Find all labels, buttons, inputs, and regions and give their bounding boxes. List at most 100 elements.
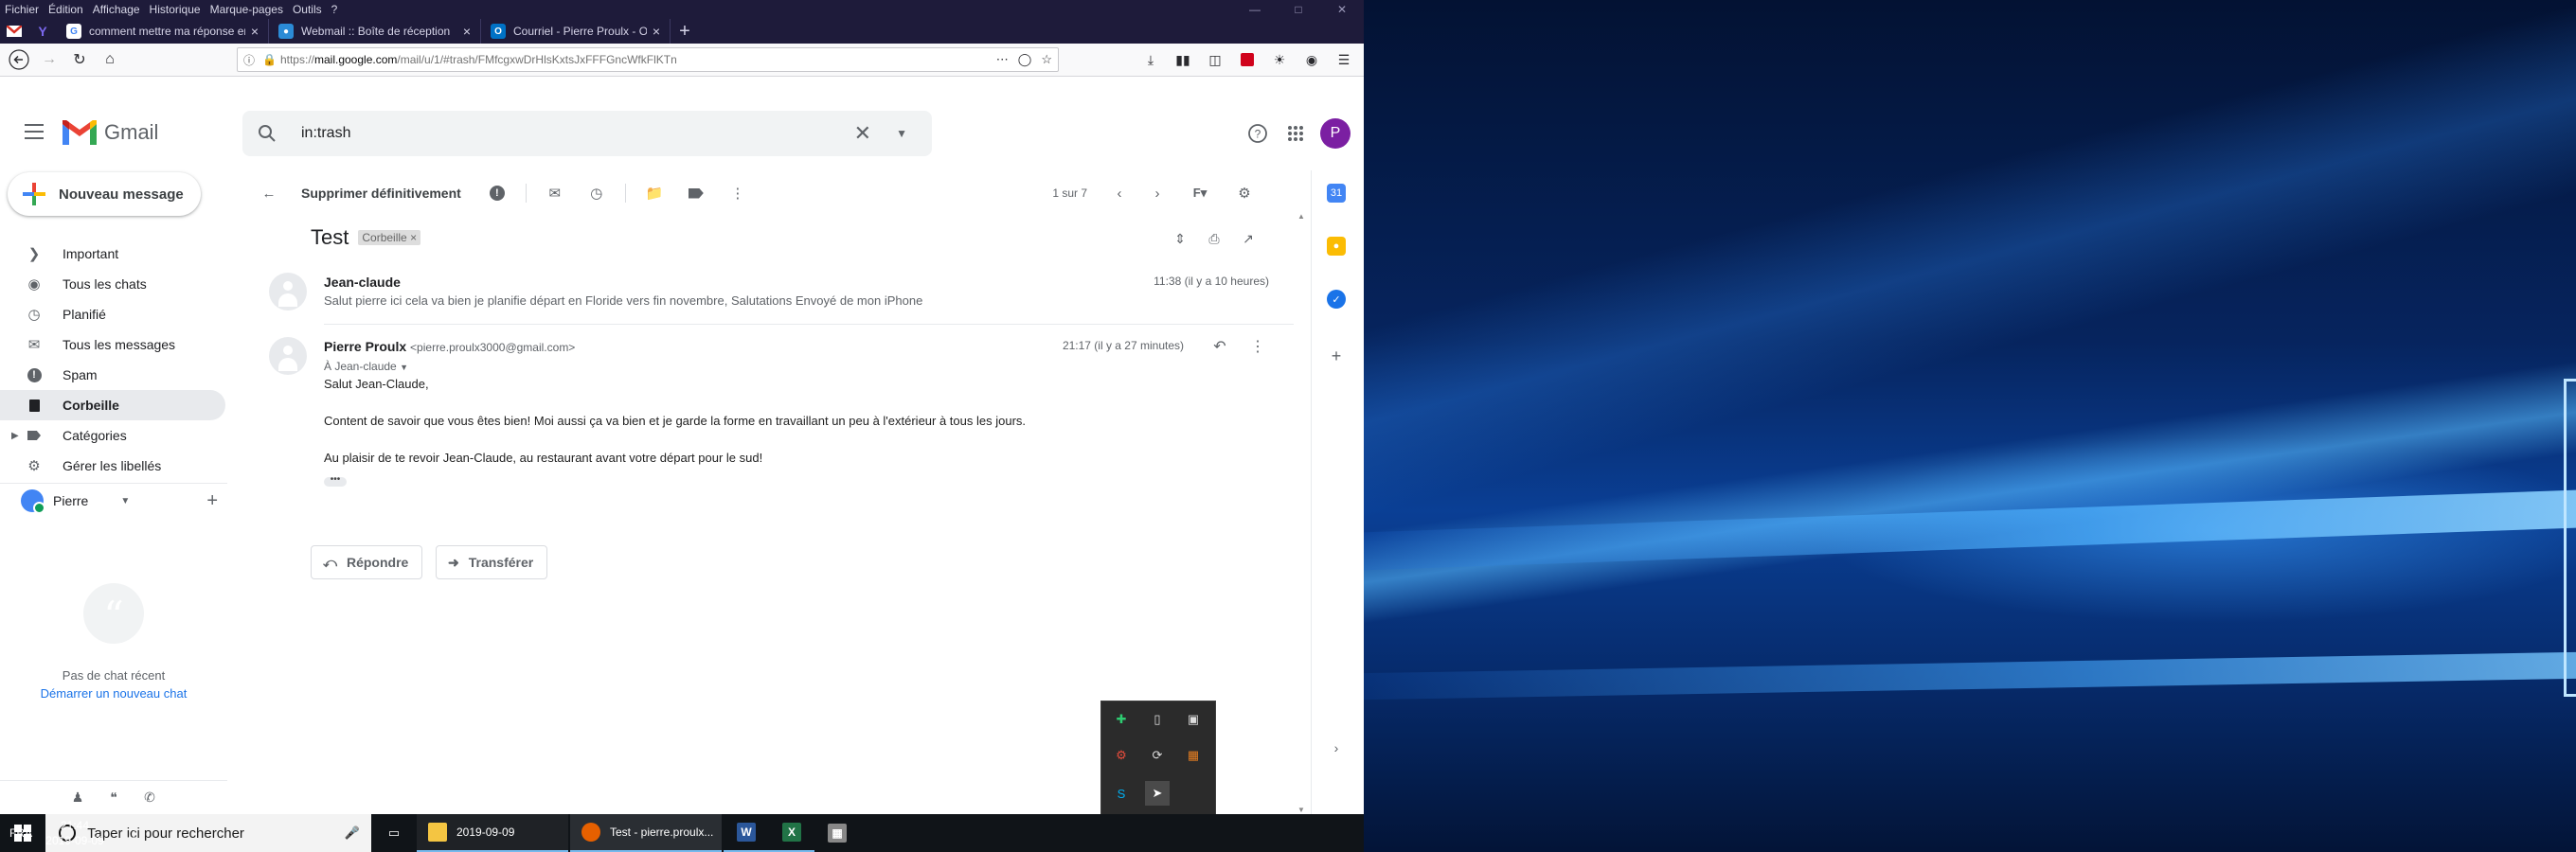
chevron-down-icon[interactable]: ▼ (400, 363, 408, 372)
taskbar-app-explorer[interactable]: 2019-09-09 (417, 814, 568, 852)
account-avatar[interactable]: P (1320, 118, 1351, 149)
hangouts-user-row[interactable]: Pierre ▼ + (0, 483, 227, 518)
forward-button[interactable]: ➜ Transférer (436, 545, 548, 579)
keep-icon[interactable]: ● (1327, 237, 1346, 256)
menu-file[interactable]: Fichier (0, 3, 44, 16)
bookmark-star-icon[interactable]: ☆ (1041, 52, 1052, 67)
remove-label-icon[interactable]: × (410, 231, 417, 244)
sidebar-icon[interactable]: ◫ (1201, 46, 1229, 73)
more-vert-icon[interactable]: ⋮ (1239, 331, 1277, 362)
gmail-logo[interactable]: Gmail (61, 118, 158, 147)
phone-icon[interactable]: ✆ (138, 786, 161, 808)
menu-help[interactable]: ? (327, 3, 343, 16)
pocket-icon[interactable]: ◯ (1018, 52, 1032, 67)
info-icon[interactable]: ⓘ (243, 52, 255, 68)
mail-search-bar[interactable]: in:trash ✕ ▼ (242, 111, 932, 156)
scroll-down-icon[interactable]: ▼ (1297, 806, 1305, 814)
nav-item-important[interactable]: ❯ Important (0, 239, 227, 269)
move-to-icon[interactable]: 📁 (634, 174, 675, 212)
calendar-icon[interactable]: 31 (1327, 184, 1346, 203)
back-button[interactable] (4, 46, 34, 73)
delete-forever-button[interactable]: Supprimer définitivement (301, 186, 461, 201)
nav-item-manage-labels[interactable]: ⚙ Gérer les libellés (0, 451, 227, 481)
back-to-list-button[interactable]: ← (248, 174, 290, 212)
close-tab-icon[interactable]: × (251, 24, 259, 39)
maximize-icon[interactable]: □ (1277, 0, 1320, 19)
search-icon[interactable] (256, 122, 278, 145)
forward-button[interactable]: → (34, 46, 64, 73)
settings-gear-icon[interactable]: ⚙ (1224, 174, 1265, 212)
app-tray-icon[interactable]: ▦ (1181, 743, 1206, 768)
message-collapsed[interactable]: Jean-claude Salut pierre ici cela va bie… (256, 265, 1294, 325)
new-tab-button[interactable]: + (671, 19, 699, 44)
usb-icon[interactable]: ▯ (1145, 707, 1170, 732)
apps-grid-icon[interactable] (1277, 115, 1315, 152)
account-icon[interactable]: ◉ (1297, 46, 1326, 73)
trash-label-chip[interactable]: Corbeille × (358, 230, 421, 245)
input-language[interactable]: FRA (2, 826, 40, 840)
pinned-tab-yahoo[interactable]: Y (28, 19, 57, 44)
extension-red-icon[interactable] (1233, 46, 1261, 73)
library-icon[interactable]: ▮▮ (1169, 46, 1197, 73)
tab-webmail[interactable]: ● Webmail :: Boîte de réception × (269, 19, 481, 44)
taskbar-app-other[interactable]: ▦ (814, 814, 860, 852)
chevron-down-icon[interactable]: ▼ (120, 496, 130, 506)
nav-item-trash[interactable]: Corbeille (0, 390, 225, 420)
minimize-icon[interactable]: — (1233, 0, 1277, 19)
report-spam-icon[interactable]: ! (476, 174, 518, 212)
page-actions-icon[interactable]: ⋯ (996, 52, 1009, 67)
menu-history[interactable]: Historique (145, 3, 206, 16)
menu-view[interactable]: Affichage (88, 3, 145, 16)
search-query[interactable]: in:trash (301, 125, 854, 142)
shield-icon[interactable]: ✚ (1109, 707, 1134, 732)
menu-icon[interactable]: ☰ (1330, 46, 1358, 73)
get-addons-icon[interactable]: + (1327, 346, 1346, 365)
compose-button[interactable]: Nouveau message (8, 172, 201, 216)
nav-item-spam[interactable]: ! Spam (0, 360, 227, 390)
open-new-window-icon[interactable]: ↗ (1233, 223, 1263, 254)
scroll-up-icon[interactable]: ▲ (1297, 212, 1305, 221)
search-options-icon[interactable]: ▼ (896, 127, 907, 140)
expand-icon[interactable]: ▶ (11, 431, 19, 441)
menu-tools[interactable]: Outils (288, 3, 327, 16)
add-chat-icon[interactable]: + (206, 490, 218, 512)
menu-bookmarks[interactable]: Marque-pages (206, 3, 288, 16)
main-menu-icon[interactable] (25, 124, 44, 139)
expand-all-icon[interactable]: ⇕ (1165, 223, 1195, 254)
reload-button[interactable]: ↻ (64, 46, 95, 73)
labels-icon[interactable] (675, 174, 717, 212)
older-icon[interactable]: › (1138, 174, 1176, 212)
recipients-line[interactable]: À Jean-claude ▼ (324, 360, 408, 373)
snooze-icon[interactable]: ◷ (576, 174, 617, 212)
home-button[interactable]: ⌂ (95, 46, 125, 73)
url-bar[interactable]: ⓘ 🔒 https://mail.google.com/mail/u/1/#tr… (237, 47, 1059, 72)
nav-item-categories[interactable]: ▶ Catégories (0, 420, 227, 451)
sync-icon[interactable]: ⟳ (1145, 743, 1170, 768)
scrollbar[interactable]: ▲ ▼ (1296, 212, 1307, 814)
skype-icon[interactable]: S (1109, 781, 1134, 806)
taskbar-app-firefox[interactable]: Test - pierre.proulx... (570, 814, 722, 852)
newer-icon[interactable]: ‹ (1100, 174, 1138, 212)
start-new-chat-link[interactable]: Démarrer un nouveau chat (0, 686, 227, 701)
nav-item-all-mail[interactable]: ✉ Tous les messages (0, 329, 227, 360)
clear-search-icon[interactable]: ✕ (854, 121, 871, 146)
mark-unread-icon[interactable]: ✉ (534, 174, 576, 212)
reply-icon[interactable]: ↶ (1201, 331, 1239, 362)
help-icon[interactable]: ? (1239, 115, 1277, 152)
extension-icon[interactable]: ☀ (1265, 46, 1294, 73)
close-icon[interactable]: ✕ (1320, 0, 1364, 19)
action-center-icon[interactable]: □ (110, 814, 152, 852)
tab-outlook[interactable]: O Courriel - Pierre Proulx - Outlo × (481, 19, 671, 44)
close-tab-icon[interactable]: × (653, 24, 660, 39)
print-icon[interactable]: ⎙ (1199, 223, 1229, 254)
reply-button[interactable]: ⤺ Répondre (311, 545, 423, 579)
more-options-icon[interactable]: ⋮ (717, 174, 759, 212)
menu-edit[interactable]: Édition (44, 3, 88, 16)
task-view-icon[interactable]: ▭ (371, 814, 417, 852)
microphone-icon[interactable]: 🎤 (345, 825, 360, 841)
monitor-icon[interactable]: ▣ (1181, 707, 1206, 732)
pinned-tab-gmail[interactable] (0, 19, 28, 44)
taskbar-app-word[interactable]: W (724, 814, 769, 852)
close-tab-icon[interactable]: × (463, 24, 471, 39)
hangouts-icon[interactable]: ❝ (102, 786, 125, 808)
